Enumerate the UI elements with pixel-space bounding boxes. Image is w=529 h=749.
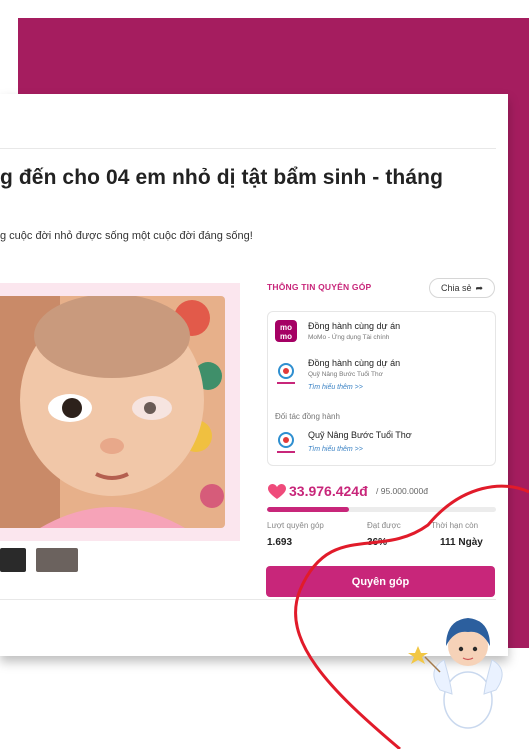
partners-box: mo mo Đồng hành cùng dự án MoMo - Ứng dụ…	[267, 311, 496, 466]
partner-name: Đồng hành cùng dự án	[308, 358, 401, 368]
divider	[0, 599, 496, 600]
learn-more-link[interactable]: Tìm hiểu thêm >>	[308, 384, 363, 391]
share-arrow-icon: ➦	[475, 282, 484, 293]
donations-count-value: 1.693	[267, 537, 293, 548]
donation-info-title: THÔNG TIN QUYÊN GÓP	[267, 282, 372, 292]
background-band-right	[508, 18, 529, 648]
companion-label: Đối tác đồng hành	[275, 412, 340, 421]
campaign-subtitle: g cuộc đời nhỏ được sống một cuộc đời đá…	[0, 230, 253, 242]
achieved-label: Đạt được	[367, 521, 401, 530]
raised-amount: 33.976.424đ	[289, 483, 368, 499]
baby-photo-illustration	[0, 296, 225, 528]
partner-name: Đồng hành cùng dự án	[308, 321, 401, 331]
heart-icon	[268, 484, 286, 499]
background-band	[18, 18, 529, 94]
achieved-value: 36%	[367, 537, 388, 548]
progress-fill	[267, 507, 350, 512]
companion-foundation	[275, 430, 297, 461]
partner-momo: mo mo	[275, 320, 297, 347]
svg-text:mo: mo	[280, 323, 292, 332]
goal-amount: / 95.000.000đ	[376, 486, 428, 496]
learn-more-link[interactable]: Tìm hiểu thêm >>	[308, 446, 363, 453]
foundation-logo-icon	[277, 363, 295, 384]
time-left-value: 111 Ngày	[440, 537, 483, 548]
donate-button[interactable]: Quyên góp	[266, 566, 495, 597]
companion-name: Quỹ Nâng Bước Tuổi Thơ	[308, 430, 412, 440]
momo-logo-icon: mo mo	[275, 320, 297, 342]
svg-text:mo: mo	[280, 332, 292, 341]
thumbnail[interactable]	[0, 548, 26, 572]
campaign-title: g đến cho 04 em nhỏ dị tật bẩm sinh - th…	[0, 166, 443, 189]
campaign-photo[interactable]	[0, 296, 225, 528]
divider	[0, 148, 496, 149]
partner-foundation	[275, 361, 297, 392]
share-label: Chia sẻ	[440, 283, 472, 293]
donations-count-label: Lượt quyên góp	[267, 521, 324, 530]
partner-org: Quỹ Nâng Bước Tuổi Thơ	[308, 371, 383, 378]
foundation-logo-icon	[277, 432, 295, 453]
partner-org: MoMo - Ứng dụng Tài chính	[308, 334, 390, 341]
progress-bar	[267, 507, 496, 512]
thumbnail[interactable]	[36, 548, 78, 572]
time-left-label: Thời hạn còn	[431, 521, 479, 530]
share-button[interactable]: Chia sẻ ➦	[429, 278, 495, 298]
